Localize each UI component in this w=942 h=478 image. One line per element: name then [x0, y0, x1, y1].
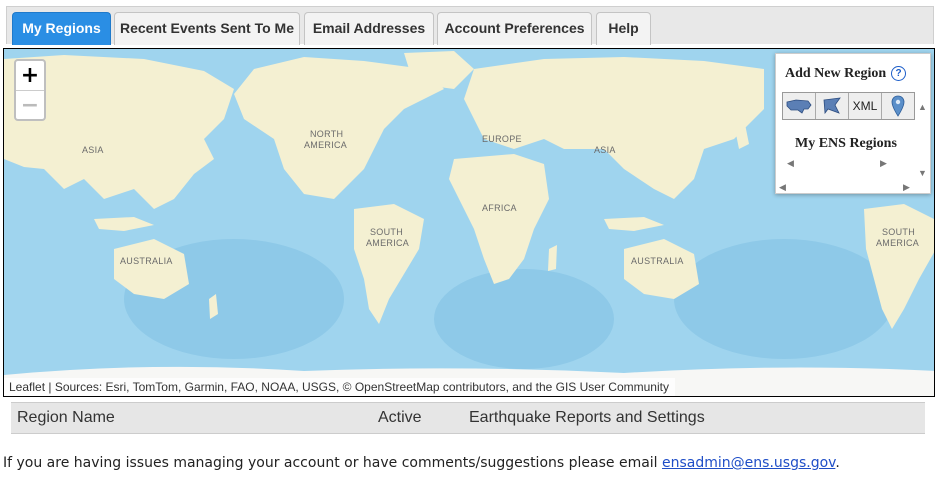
zoom-in-button[interactable]: + [16, 61, 44, 91]
map-label-south-right: SOUTH [882, 227, 915, 237]
hscroll-left-icon[interactable]: ◀ [779, 182, 786, 193]
map-label-europe: EUROPE [482, 134, 522, 144]
my-ens-regions-title: My ENS Regions [795, 136, 897, 151]
map-label-asia-right: ASIA [594, 145, 616, 155]
tab-my-regions[interactable]: My Regions [12, 12, 111, 45]
map-label-south-america: AMERICA [366, 238, 409, 248]
zoom-control: + − [14, 59, 46, 121]
scroll-left-icon[interactable]: ◀ [787, 158, 794, 169]
support-notice: If you are having issues managing your a… [3, 455, 840, 471]
support-trailing: . [835, 455, 840, 471]
support-text: If you are having issues managing your a… [3, 455, 663, 471]
map-label-north: NORTH [310, 129, 343, 139]
tab-email-addresses[interactable]: Email Addresses [304, 12, 434, 45]
map-label-south-america-right: AMERICA [876, 238, 919, 248]
map-label-africa: AFRICA [482, 203, 517, 213]
zoom-out-button[interactable]: − [16, 91, 44, 120]
regions-table-header: Region Name Active Earthquake Reports an… [11, 402, 925, 434]
column-active: Active [378, 409, 422, 426]
scroll-down-icon[interactable]: ▼ [918, 168, 927, 178]
map-label-asia-left: ASIA [82, 145, 104, 155]
xml-icon[interactable]: XML [849, 93, 882, 119]
support-email-link[interactable]: ensadmin@ens.usgs.gov [662, 455, 835, 471]
map-label-australia-right: AUSTRALIA [631, 256, 684, 266]
add-new-region-title: Add New Region [785, 66, 887, 81]
help-icon[interactable]: ? [891, 66, 906, 81]
tab-help[interactable]: Help [596, 12, 651, 45]
tab-account-preferences[interactable]: Account Preferences [437, 12, 592, 45]
hscroll-right-icon[interactable]: ▶ [903, 182, 910, 193]
region-panel: Add New Region ? XML My ENS Regions ◀ ▶ … [775, 53, 931, 194]
tab-recent-events[interactable]: Recent Events Sent To Me [114, 12, 300, 45]
map-pin-icon[interactable] [882, 93, 914, 119]
scroll-up-icon[interactable]: ▲ [918, 102, 927, 112]
column-region-name: Region Name [17, 409, 115, 426]
map-label-north-america: AMERICA [304, 140, 347, 150]
polygon-icon[interactable] [816, 93, 849, 119]
map-attribution: Leaflet | Sources: Esri, TomTom, Garmin,… [4, 378, 675, 396]
us-map-icon[interactable] [783, 93, 816, 119]
column-earthquake-reports: Earthquake Reports and Settings [469, 409, 705, 426]
scroll-right-icon[interactable]: ▶ [880, 158, 887, 169]
region-tools: XML [782, 92, 915, 120]
world-map[interactable]: ASIA NORTH AMERICA EUROPE ASIA AFRICA SO… [3, 48, 935, 397]
tab-bar: My Regions Recent Events Sent To Me Emai… [6, 6, 934, 45]
map-label-south: SOUTH [370, 227, 403, 237]
map-label-australia-left: AUSTRALIA [120, 256, 173, 266]
